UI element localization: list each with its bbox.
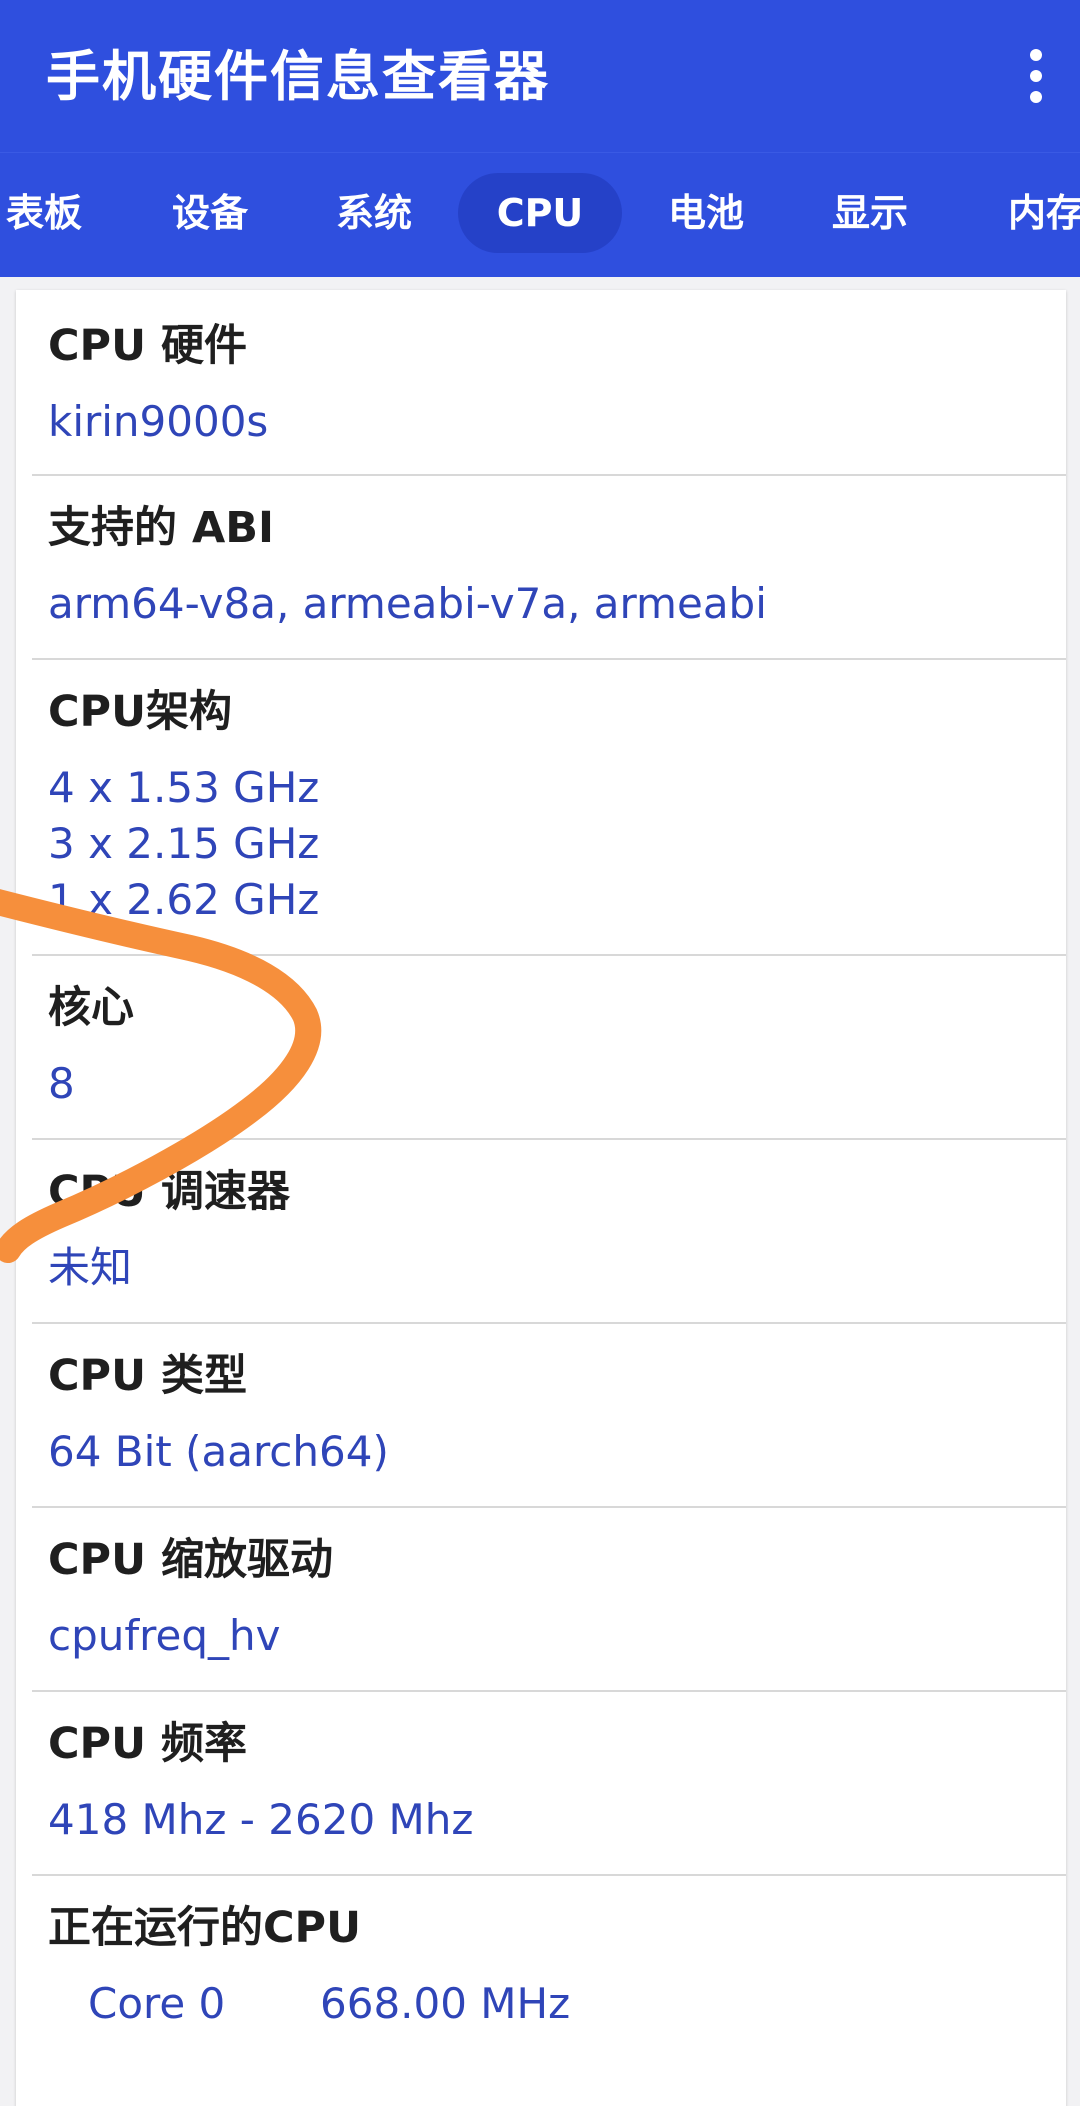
app-title: 手机硬件信息查看器 <box>46 45 550 108</box>
tab-device[interactable]: 设备 <box>152 173 268 253</box>
tab-memory[interactable]: 内存 <box>988 173 1080 253</box>
divider <box>32 1138 1066 1140</box>
arch-line: 1 x 2.62 GHz <box>48 875 320 924</box>
item-value: 64 Bit (aarch64) <box>48 1427 389 1476</box>
item-label: 核心 <box>48 983 134 1033</box>
core-frequency: 668.00 MHz <box>320 1979 571 2028</box>
item-label: CPU 硬件 <box>48 321 247 371</box>
tab-system[interactable]: 系统 <box>316 173 432 253</box>
dot <box>1030 70 1042 82</box>
item-label: CPU 调速器 <box>48 1167 290 1217</box>
divider <box>32 954 1066 956</box>
item-value: 418 Mhz - 2620 Mhz <box>48 1795 474 1844</box>
divider <box>32 658 1066 660</box>
tab-dashboard[interactable]: 表板 <box>0 173 92 253</box>
tab-cpu[interactable]: CPU <box>458 173 622 253</box>
item-value: cpufreq_hv <box>48 1611 281 1660</box>
item-label: 正在运行的CPU <box>48 1903 361 1953</box>
arch-line: 4 x 1.53 GHz <box>48 763 320 812</box>
divider <box>32 474 1066 476</box>
item-value: 未知 <box>48 1243 133 1292</box>
item-label: 支持的 ABI <box>48 503 275 553</box>
arch-line: 3 x 2.15 GHz <box>48 819 320 868</box>
app-root: 手机硬件信息查看器 表板 设备 系统 CPU 电池 显示 内存 CPU 硬件 k… <box>0 0 1080 2106</box>
item-label: CPU 类型 <box>48 1351 247 1401</box>
more-vert-icon[interactable] <box>1006 36 1066 116</box>
item-label: CPU 频率 <box>48 1719 247 1769</box>
tab-display[interactable]: 显示 <box>812 173 928 253</box>
tab-battery[interactable]: 电池 <box>648 173 764 253</box>
divider <box>32 1874 1066 1876</box>
item-value: 8 <box>48 1059 75 1108</box>
item-value: kirin9000s <box>48 397 269 446</box>
divider <box>32 1506 1066 1508</box>
core-name: Core 0 <box>88 1979 226 2028</box>
item-label: CPU 缩放驱动 <box>48 1535 333 1585</box>
item-value: arm64-v8a, armeabi-v7a, armeabi <box>48 579 767 628</box>
item-label: CPU架构 <box>48 687 232 737</box>
dot <box>1030 91 1042 103</box>
app-bar: 手机硬件信息查看器 <box>0 0 1080 152</box>
cpu-info-card: CPU 硬件 kirin9000s 支持的 ABI arm64-v8a, arm… <box>16 290 1066 2106</box>
dot <box>1030 49 1042 61</box>
divider <box>32 1322 1066 1324</box>
divider <box>32 1690 1066 1692</box>
tab-bar: 表板 设备 系统 CPU 电池 显示 内存 <box>0 152 1080 277</box>
